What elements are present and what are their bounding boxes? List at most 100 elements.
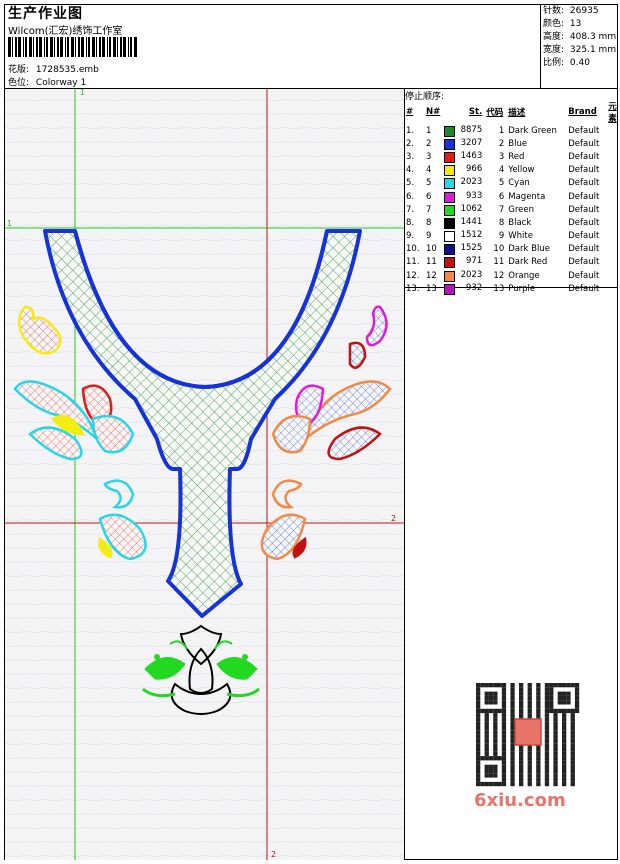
embroidery-design: 1 1 2 2 <box>4 88 406 860</box>
row-needle: 13 <box>426 283 437 294</box>
row-element <box>606 203 620 216</box>
col-header-description: 描述 <box>508 108 526 118</box>
color-swatch <box>444 270 456 282</box>
color-swatch <box>444 257 456 269</box>
row-needle: 1 <box>426 125 432 136</box>
row-stitches: 932 <box>442 282 484 295</box>
row-element <box>606 150 620 163</box>
color-row: 7. 7 1062 7 Green Default <box>404 203 620 216</box>
color-row: 1. 1 8875 1 Dark Green Default <box>404 124 620 137</box>
row-description: Yellow <box>508 165 535 176</box>
row-brand: Default <box>568 151 600 162</box>
color-swatch <box>444 151 456 163</box>
col-header-needle: N# <box>426 107 441 117</box>
row-brand: Default <box>568 178 600 189</box>
row-description: Red <box>508 151 525 162</box>
row-stitches: 1512 <box>442 230 484 243</box>
colorway-label: 色位: <box>8 78 30 88</box>
color-swatch <box>444 178 456 190</box>
row-needle: 9 <box>426 231 432 242</box>
row-code: 4 <box>498 165 505 176</box>
row-brand: Default <box>568 191 600 202</box>
company-name: Wilcom(汇宏)绣饰工作室 <box>8 26 123 37</box>
row-brand: Default <box>568 165 600 176</box>
row-description: Cyan <box>508 178 530 189</box>
watermark-logo: 6xiu.com <box>474 790 566 811</box>
stat-scale: 比例: 0.40 <box>543 57 590 70</box>
row-stitches: 933 <box>442 190 484 203</box>
color-row: 4. 4 966 4 Yellow Default <box>404 164 620 177</box>
design-file-value: 1728535.emb <box>35 65 99 75</box>
stat-label: 宽度: <box>543 45 565 55</box>
row-stitches: 966 <box>442 164 484 177</box>
col-header-index: # <box>406 107 414 117</box>
row-element <box>606 216 620 229</box>
color-sequence-table: # N# St. 代码 描述 Brand 元素 1. 1 8875 1 Dark Gre… <box>404 100 620 295</box>
row-code: 10 <box>493 244 505 255</box>
stitch-count: 1463 <box>460 150 483 161</box>
color-row: 6. 6 933 6 Magenta Default <box>404 190 620 203</box>
row-description: Black <box>508 217 532 228</box>
row-index: 1. <box>406 125 415 136</box>
color-swatch <box>444 191 456 203</box>
row-brand: Default <box>568 283 600 294</box>
guide-marker-right-2: 2 <box>391 514 396 523</box>
row-index: 9. <box>406 231 415 242</box>
color-row: 13. 13 932 13 Purple Default <box>404 282 620 295</box>
row-index: 13. <box>406 283 420 294</box>
row-index: 7. <box>406 204 415 215</box>
row-index: 5. <box>406 178 415 189</box>
stitch-count: 1525 <box>460 243 483 254</box>
row-stitches: 1441 <box>442 216 484 229</box>
lotus-motif <box>142 624 260 715</box>
stitch-count: 1062 <box>460 203 483 214</box>
color-swatch <box>444 217 456 229</box>
color-swatch <box>444 204 456 216</box>
col-header-code: 代码 <box>486 108 504 118</box>
barcode-image <box>8 37 137 57</box>
stitch-count: 3207 <box>460 137 483 148</box>
row-index: 11. <box>406 257 420 268</box>
stat-label: 高度: <box>543 32 565 42</box>
row-code: 8 <box>498 217 505 228</box>
color-swatch <box>444 165 456 177</box>
row-stitches: 1463 <box>442 150 484 163</box>
row-brand: Default <box>568 138 600 149</box>
row-needle: 2 <box>426 138 432 149</box>
row-brand: Default <box>568 125 600 136</box>
row-needle: 8 <box>426 217 432 228</box>
color-row: 8. 8 1441 8 Black Default <box>404 216 620 229</box>
production-sheet: 生产作业图 Wilcom(汇宏)绣饰工作室 花版: 1728535.emb 色位… <box>0 0 620 861</box>
row-needle: 11 <box>426 257 437 268</box>
row-description: Dark Blue <box>508 244 550 255</box>
row-index: 2. <box>406 138 415 149</box>
row-code: 1 <box>498 125 505 136</box>
row-code: 12 <box>493 270 505 281</box>
design-file-label: 花版: <box>8 65 30 75</box>
row-stitches: 1525 <box>442 243 484 256</box>
guide-marker-top-1: 1 <box>80 89 85 97</box>
stat-value: 26935 <box>569 6 599 16</box>
stat-value: 408.3 mm <box>569 32 617 42</box>
row-brand: Default <box>568 204 600 215</box>
row-description: Blue <box>508 138 528 149</box>
table-header-row: # N# St. 代码 描述 Brand 元素 <box>404 100 620 124</box>
row-index: 6. <box>406 191 415 202</box>
row-element <box>606 256 620 269</box>
row-needle: 6 <box>426 191 432 202</box>
stitch-count: 966 <box>466 164 483 175</box>
row-stitches: 3207 <box>442 137 484 150</box>
col-header-brand: Brand <box>568 107 597 117</box>
row-brand: Default <box>568 257 600 268</box>
row-stitches: 2023 <box>442 269 484 282</box>
color-row: 10. 10 1525 10 Dark Blue Default <box>404 243 620 256</box>
row-code: 6 <box>498 191 505 202</box>
row-index: 12. <box>406 270 420 281</box>
stitch-count: 8875 <box>460 124 483 135</box>
row-brand: Default <box>568 217 600 228</box>
stitch-count: 2023 <box>460 177 483 188</box>
row-stitches: 2023 <box>442 177 484 190</box>
color-swatch <box>444 138 456 150</box>
row-needle: 4 <box>426 165 432 176</box>
row-element <box>606 124 620 137</box>
